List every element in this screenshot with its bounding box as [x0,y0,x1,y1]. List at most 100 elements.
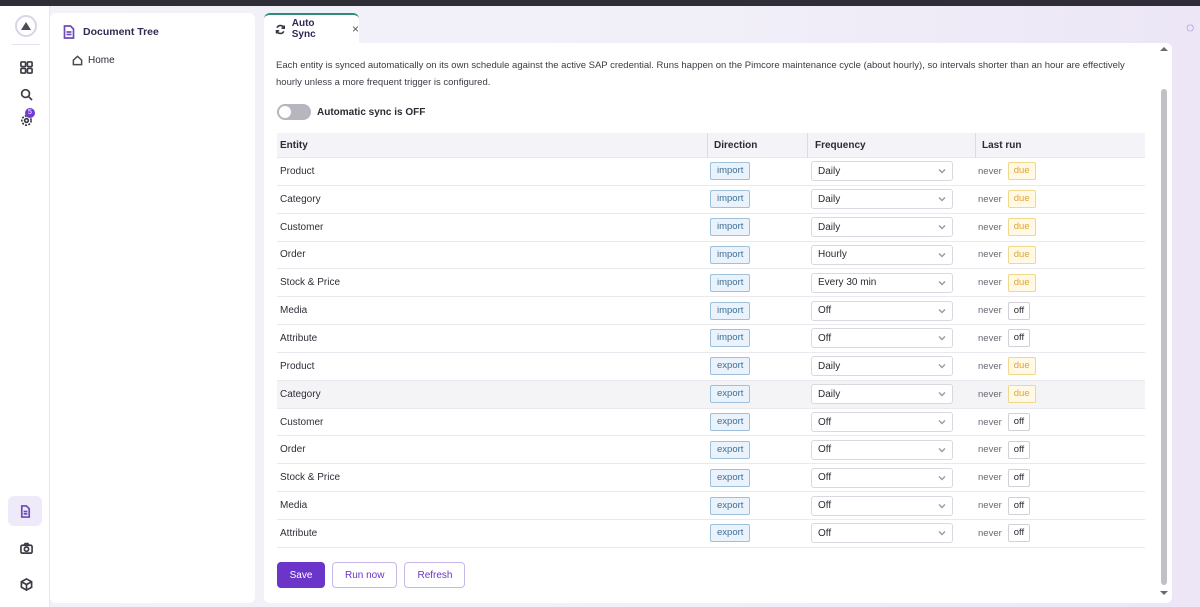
direction-cell: import [707,218,807,237]
window-top-bar [0,0,1200,6]
entity-cell: Stock & Price [280,472,341,484]
entity-cell: Attribute [280,332,318,344]
table-row: Category export Daily never due [277,380,1145,409]
direction-cell: import [707,190,807,209]
direction-tag: import [710,273,751,292]
last-run-value: never [978,472,1002,484]
entity-cell: Customer [280,416,324,428]
frequency-cell: Daily [807,384,975,405]
tree-item-label: Home [88,55,115,66]
frequency-select[interactable]: Off [811,412,953,433]
frequency-cell: Daily [807,356,975,377]
cube-icon[interactable] [13,572,39,596]
chevron-down-icon [938,420,946,425]
status-badge: off [1007,468,1031,487]
notification-badge: 5 [25,108,35,118]
scroll-down-arrow-icon[interactable] [1160,589,1168,597]
table-row: Media import Off never off [277,297,1145,326]
status-badge: due [1007,357,1036,376]
document-tree-header: Document Tree [63,25,159,39]
direction-cell: export [707,468,807,487]
document-icon[interactable] [8,496,42,526]
direction-cell: export [707,385,807,404]
auto-sync-toggle-label: Automatic sync is OFF [317,106,426,118]
header-frequency: Frequency [815,139,866,151]
frequency-select[interactable]: Daily [811,384,953,405]
frequency-value: Daily [818,193,841,205]
tab-label: Auto Sync [291,18,316,40]
last-run-cell: never off [975,413,1145,432]
table-row: Stock & Price import Every 30 min never due [277,269,1145,298]
frequency-select[interactable]: Daily [811,161,953,182]
run-now-button[interactable]: Run now [332,562,398,588]
frequency-select[interactable]: Daily [811,189,953,210]
tab-auto-sync[interactable]: Auto Sync × [264,13,359,43]
save-button[interactable]: Save [277,562,325,588]
sync-table: Entity Direction Frequency Last run Prod… [277,132,1145,548]
refresh-button[interactable]: Refresh [404,562,466,588]
header-direction-cell: Direction [707,132,807,158]
auto-sync-toggle[interactable] [277,104,311,120]
grid-icon[interactable] [13,55,39,79]
frequency-select[interactable]: Daily [811,217,953,238]
frequency-cell: Off [807,300,975,321]
last-run-value: never [978,500,1002,512]
gear-icon[interactable]: 5 [13,108,39,132]
direction-tag: export [710,440,751,459]
direction-cell: export [707,357,807,376]
direction-tag: import [710,162,751,181]
entity-cell: Product [280,165,315,177]
chevron-down-icon [938,503,946,509]
frequency-cell: Off [807,412,975,433]
scrollbar-thumb[interactable] [1161,89,1167,585]
table-row: Product import Daily never due [277,158,1145,186]
auto-sync-toggle-row: Automatic sync is OFF [277,104,425,120]
frequency-select[interactable]: Off [811,467,953,488]
frequency-select[interactable]: Off [811,328,953,349]
last-run-value: never [978,165,1002,177]
direction-tag: import [710,218,751,237]
entity-cell: Category [280,193,321,205]
chevron-down-icon [938,308,946,314]
last-run-cell: never off [975,496,1145,515]
direction-cell: export [707,413,807,432]
frequency-select[interactable]: Off [811,495,953,516]
scroll-up-arrow-icon[interactable] [1160,45,1168,53]
camera-icon[interactable] [13,536,39,560]
frequency-value: Daily [818,221,841,233]
frequency-select[interactable]: Daily [811,356,953,377]
direction-tag: import [710,329,751,348]
frequency-select[interactable]: Off [811,300,953,321]
chevron-down-icon [938,225,946,230]
status-badge: due [1007,190,1036,209]
status-badge: off [1007,413,1031,432]
table-row: Stock & Price export Off never off [277,464,1145,493]
last-run-cell: never due [975,162,1145,181]
entity-cell: Category [280,388,321,400]
app-logo-icon[interactable] [15,15,37,37]
frequency-value: Daily [818,388,841,400]
chevron-down-icon [938,475,946,481]
direction-tag: export [710,496,751,515]
frequency-select[interactable]: Every 30 min [811,272,953,293]
frequency-value: Off [818,416,832,428]
frequency-value: Off [818,500,832,512]
search-icon[interactable] [13,82,39,106]
close-icon[interactable]: × [352,23,359,35]
entity-cell: Stock & Price [280,277,341,289]
frequency-value: Off [818,332,832,344]
last-run-cell: never due [975,218,1145,237]
frequency-value: Daily [818,360,841,372]
tree-item-home[interactable]: Home [72,55,115,66]
brand-mark-icon: ◌ [1186,19,1195,35]
frequency-select[interactable]: Off [811,439,953,460]
direction-tag: import [710,301,751,320]
frequency-select[interactable]: Hourly [811,244,953,265]
table-row: Media export Off never off [277,492,1145,520]
auto-sync-panel: Each entity is synced automatically on i… [264,43,1172,603]
frequency-cell: Off [807,495,975,516]
table-row: Customer import Daily never due [277,214,1145,242]
direction-tag: export [710,357,751,376]
frequency-select[interactable]: Off [811,523,953,544]
chevron-down-icon [938,280,946,286]
